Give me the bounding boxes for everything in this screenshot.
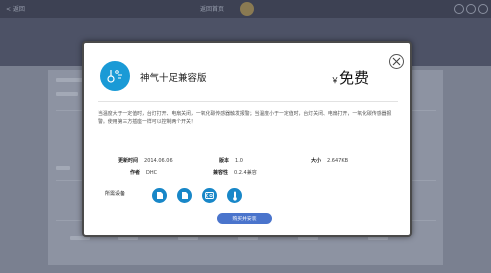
meta-author: 作者 DHC — [130, 169, 157, 176]
update-time-label: 更新时间 — [118, 158, 139, 164]
refresh-icon[interactable] — [454, 4, 464, 14]
update-time-value: 2014.06.06 — [144, 158, 173, 164]
bg-text-line — [56, 166, 70, 170]
socket-icon — [156, 192, 163, 199]
co-sensor-icon — [205, 192, 214, 199]
price-currency: ￥ — [331, 76, 339, 85]
top-bar: < 返回 返回首页 — [0, 0, 491, 18]
meta-size: 大小 2.647KB — [311, 157, 348, 164]
settings-icon[interactable] — [466, 4, 476, 14]
price-value: 免费 — [339, 69, 370, 87]
meta-update-time: 更新时间 2014.06.06 — [118, 157, 173, 164]
compat-value: 0.2.4兼容 — [234, 170, 257, 176]
bg-text-line — [56, 92, 78, 96]
version-label: 版本 — [219, 158, 230, 164]
app-title: 神气十足兼容版 — [140, 73, 207, 84]
home-link[interactable]: 返回首页 — [200, 4, 224, 13]
close-button[interactable] — [389, 54, 404, 69]
author-value: DHC — [146, 170, 158, 176]
version-value: 1.0 — [235, 158, 243, 164]
buy-install-button[interactable]: 购买并安装 — [217, 213, 272, 224]
price-label: ￥免费 — [331, 67, 369, 88]
app-detail-modal: 神气十足兼容版 ￥免费 当温度大于一定值时，台灯打开、电扇关闭，一氧化碳传感器触… — [82, 41, 412, 237]
menu-icon[interactable] — [478, 4, 488, 14]
app-description: 当温度大于一定值时，台灯打开、电扇关闭，一氧化碳传感器触发报警；当温度小于一定值… — [98, 111, 392, 125]
thermometer-icon — [107, 70, 122, 83]
header-divider — [98, 101, 398, 102]
thermometer-icon — [232, 191, 237, 201]
device-socket-1[interactable] — [152, 188, 167, 203]
required-devices-label: 所需设备 — [105, 191, 126, 197]
socket-icon — [181, 192, 188, 199]
device-thermometer[interactable] — [227, 188, 242, 203]
meta-version: 版本 1.0 — [219, 157, 243, 164]
size-value: 2.647KB — [327, 158, 349, 164]
device-socket-2[interactable] — [177, 188, 192, 203]
close-icon — [392, 57, 401, 66]
author-label: 作者 — [130, 170, 141, 176]
back-link[interactable]: < 返回 — [6, 4, 25, 13]
device-co-sensor[interactable] — [202, 188, 217, 203]
size-label: 大小 — [311, 158, 322, 164]
sensor-app-icon — [100, 61, 130, 91]
meta-compat: 兼容性 0.2.4兼容 — [213, 169, 257, 176]
compat-label: 兼容性 — [213, 170, 229, 176]
avatar[interactable] — [240, 2, 254, 16]
